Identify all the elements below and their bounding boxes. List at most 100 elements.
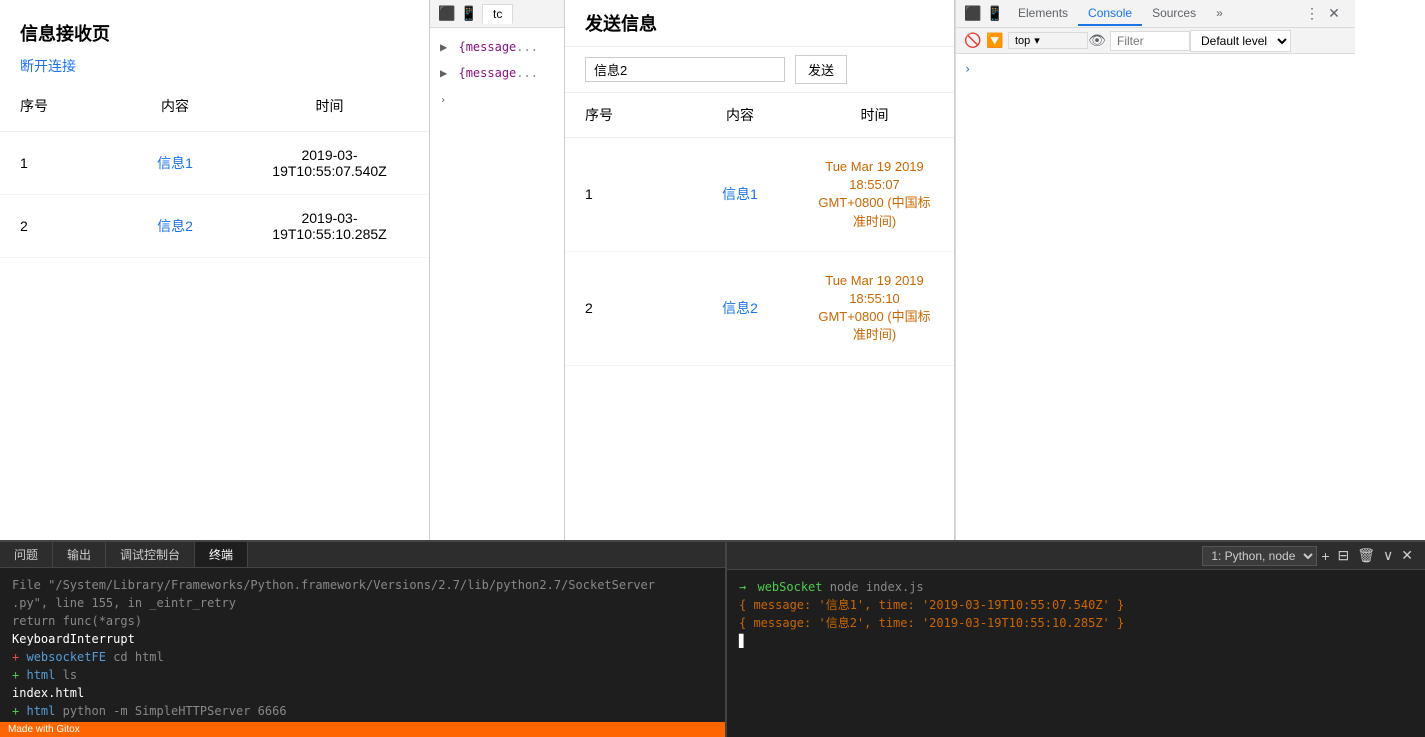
devtools-right-toolbar: ⬛ 📱 Elements Console Sources » ⋮ ✕: [956, 0, 1355, 28]
right-table-row: 1 信息1 Tue Mar 19 201918:55:07GMT+0800 (中…: [565, 138, 954, 252]
row-seq-2: 2: [20, 218, 100, 234]
term-text: File "/System/Library/Frameworks/Python.…: [12, 578, 655, 592]
r-row-seq-1: 1: [585, 186, 665, 202]
terminal-panel: 问题 输出 调试控制台 终端 File "/System/Library/Fra…: [0, 542, 725, 737]
cursor-icon[interactable]: ⬛: [438, 5, 456, 23]
rt-add-button[interactable]: +: [1317, 548, 1333, 564]
terminal-content: File "/System/Library/Frameworks/Python.…: [0, 568, 725, 722]
terminal-line: return func(*args): [12, 612, 713, 630]
right-table-row: 2 信息2 Tue Mar 19 201918:55:10GMT+0800 (中…: [565, 252, 954, 366]
term-green2: +: [12, 704, 19, 718]
tab-issues[interactable]: 问题: [0, 542, 53, 567]
send-button[interactable]: 发送: [795, 55, 847, 84]
row-seq-1: 1: [20, 155, 100, 171]
console-content: ›: [956, 54, 1355, 540]
term-red: +: [12, 650, 19, 664]
made-with-badge: Made with Gitox: [0, 722, 725, 737]
expand-arrow[interactable]: ›: [440, 95, 446, 106]
tab-sources[interactable]: Sources: [1142, 2, 1206, 26]
send-panel: 发送信息 发送 序号 内容 时间 1 信息1 Tue Mar 19 201918…: [564, 0, 954, 540]
devtools-right-panel: ⬛ 📱 Elements Console Sources » ⋮ ✕ 🚫 🔽 t…: [955, 0, 1355, 540]
terminal-line: File "/System/Library/Frameworks/Python.…: [12, 576, 713, 594]
r-row-time-1: Tue Mar 19 201918:55:07GMT+0800 (中国标准时间): [815, 158, 934, 231]
tree-tag-1: {message: [458, 40, 516, 54]
table-row: 2 信息2 2019-03-19T10:55:10.285Z: [0, 195, 429, 258]
rt-cmd-text: node index.js: [830, 580, 924, 594]
term-dir3: html: [26, 704, 55, 718]
phone-icon-right[interactable]: 📱: [986, 5, 1004, 23]
chevron-down-icon: ▾: [1034, 34, 1040, 47]
term-text: .py", line 155, in _eintr_retry: [12, 596, 236, 610]
rt-env-select[interactable]: 1: Python, node: [1202, 546, 1317, 566]
top-selector[interactable]: top ▾: [1008, 32, 1088, 49]
rt-arrow-icon: →: [739, 580, 746, 594]
tab-debug-console[interactable]: 调试控制台: [106, 542, 195, 567]
term-green: +: [12, 668, 19, 682]
r-col-content: 内容: [665, 105, 815, 125]
tab-more[interactable]: »: [1206, 2, 1233, 26]
msg-input[interactable]: [585, 57, 785, 82]
term-text: KeyboardInterrupt: [12, 632, 135, 646]
term-text: ls: [63, 668, 77, 682]
rt-chevron-down-button[interactable]: ∨: [1379, 547, 1397, 564]
terminal-line: KeyboardInterrupt: [12, 630, 713, 648]
terminal-tabs: 问题 输出 调试控制台 终端: [0, 542, 725, 568]
send-header: 发送信息: [565, 0, 954, 47]
term-text: python -m SimpleHTTPServer 6666: [63, 704, 287, 718]
rt-line-4: ▋: [739, 632, 1413, 650]
tree-tag-2: {message: [458, 66, 516, 80]
clear-console-icon[interactable]: 🚫: [964, 32, 982, 50]
terminal-line: + websocketFE cd html: [12, 648, 713, 666]
rt-split-button[interactable]: ⊟: [1334, 547, 1354, 564]
tab-output[interactable]: 输出: [53, 542, 106, 567]
r-row-content-1: 信息1: [665, 184, 815, 204]
term-dir: websocketFE: [26, 650, 105, 664]
send-title: 发送信息: [585, 10, 934, 36]
tab-console[interactable]: Console: [1078, 2, 1142, 26]
left-panel: 信息接收页 断开连接 序号 内容 时间 1 信息1 2019-03-19T10:…: [0, 0, 430, 540]
r-row-seq-2: 2: [585, 300, 665, 316]
eye-icon[interactable]: 👁: [1088, 32, 1106, 50]
tree-arrow-1[interactable]: ▶: [440, 40, 447, 54]
rt-close-button[interactable]: ✕: [1397, 547, 1417, 564]
devtools-tabs: Elements Console Sources »: [1008, 2, 1233, 26]
term-dir2: html: [26, 668, 55, 682]
level-dropdown[interactable]: Default level: [1190, 30, 1291, 52]
msg-input-row: 发送: [565, 47, 954, 92]
row-content-1: 信息1: [100, 153, 250, 173]
row-content-2: 信息2: [100, 216, 250, 236]
terminal-line: .py", line 155, in _eintr_retry: [12, 594, 713, 612]
left-col-content: 内容: [100, 96, 250, 116]
phone-icon[interactable]: 📱: [460, 5, 478, 23]
filter-input[interactable]: [1110, 31, 1190, 51]
top-selector-label: top: [1015, 35, 1030, 47]
tab-terminal[interactable]: 终端: [195, 542, 248, 567]
right-terminal: 1: Python, node + ⊟ 🗑 ∨ ✕ → webSocket no…: [725, 542, 1425, 737]
right-table-header: 序号 内容 时间: [565, 92, 954, 138]
left-panel-title: 信息接收页: [0, 10, 429, 51]
rt-line-2: { message: '信息1', time: '2019-03-19T10:5…: [739, 596, 1413, 614]
tab-elements[interactable]: Elements: [1008, 2, 1078, 26]
settings-icon[interactable]: ⋮: [1303, 5, 1321, 23]
bottom-area: 问题 输出 调试控制台 终端 File "/System/Library/Fra…: [0, 540, 1425, 737]
terminal-line: + html ls: [12, 666, 713, 684]
cursor-icon-right[interactable]: ⬛: [964, 5, 982, 23]
console-toolbar: 🚫 🔽 top ▾ 👁 Default level: [956, 28, 1355, 54]
term-text: cd html: [113, 650, 164, 664]
rt-trash-button[interactable]: 🗑: [1353, 547, 1379, 564]
filter-icon[interactable]: 🔽: [986, 32, 1004, 50]
tree-arrow-2[interactable]: ▶: [440, 66, 447, 80]
left-col-time: 时间: [250, 96, 409, 116]
term-file: index.html: [12, 686, 84, 700]
devtools-tab[interactable]: tc: [482, 4, 513, 24]
term-text: return func(*args): [12, 614, 142, 628]
table-row: 1 信息1 2019-03-19T10:55:07.540Z: [0, 132, 429, 195]
disconnect-button[interactable]: 断开连接: [0, 51, 429, 81]
close-icon[interactable]: ✕: [1325, 5, 1343, 23]
r-col-seq: 序号: [585, 105, 665, 125]
console-expand-arrow[interactable]: ›: [964, 62, 1347, 76]
left-col-seq: 序号: [20, 96, 100, 116]
row-time-2: 2019-03-19T10:55:10.285Z: [250, 210, 409, 242]
r-row-time-2: Tue Mar 19 201918:55:10GMT+0800 (中国标准时间): [815, 272, 934, 345]
terminal-line: index.html: [12, 684, 713, 702]
